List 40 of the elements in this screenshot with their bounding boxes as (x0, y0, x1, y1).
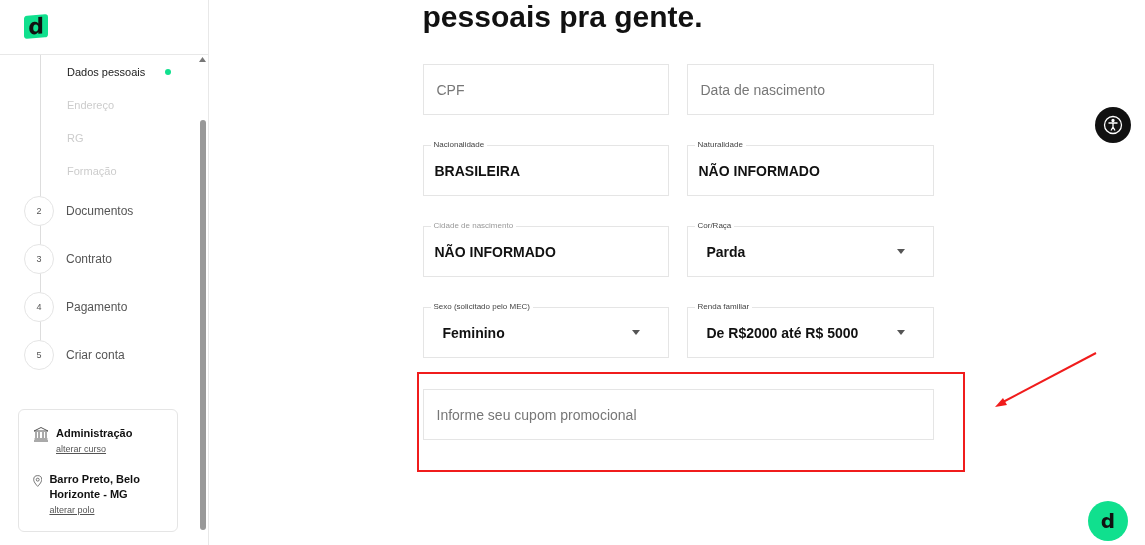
field-label: Nacionalidade (430, 140, 488, 149)
logo[interactable]: d (24, 14, 48, 39)
step-number: 3 (24, 244, 54, 274)
field-label: Renda familiar (694, 302, 753, 311)
step-number: 5 (24, 340, 54, 370)
chat-button[interactable]: d (1088, 501, 1128, 541)
summary-title: Barro Preto, Belo Horizonte - MG (49, 472, 141, 502)
bank-icon (33, 426, 49, 442)
step-label[interactable]: Contrato (66, 252, 113, 266)
scroll-up-icon[interactable] (199, 57, 206, 62)
step-label[interactable]: Criar conta (66, 348, 125, 362)
substep-item[interactable]: Dados pessoais (24, 55, 208, 88)
caret-icon (631, 330, 640, 335)
step-number: 4 (24, 292, 54, 322)
step-label[interactable]: Documentos (66, 204, 134, 218)
input-field[interactable]: CPF (422, 64, 669, 115)
change-link[interactable]: alterar curso (56, 444, 133, 454)
field-label: Naturalidade (694, 140, 746, 149)
caret-icon (896, 330, 905, 335)
field-value: NÃO INFORMADO (698, 162, 820, 179)
summary-title: Administração (56, 426, 133, 441)
field-value: Parda (705, 243, 746, 260)
change-link[interactable]: alterar polo (49, 505, 165, 515)
coupon-field[interactable]: Informe seu cupom promocional (422, 389, 934, 440)
field-value: De R$2000 até R$ 5000 (705, 324, 859, 341)
caret-icon (896, 249, 905, 254)
field-value: NÃO INFORMADO (434, 243, 556, 260)
accessibility-icon (1103, 115, 1123, 135)
field-label: Cidade de nascimento (430, 221, 517, 230)
accessibility-button[interactable] (1095, 107, 1131, 143)
location-pin-icon (33, 472, 43, 490)
step-number: 2 (24, 196, 54, 226)
current-dot (165, 68, 172, 75)
input-field[interactable]: Data de nascimento (686, 64, 934, 115)
step-label[interactable]: Pagamento (66, 300, 128, 314)
field-value: Feminino (441, 324, 505, 341)
field-label: Sexo (solicitado pelo MEC) (430, 302, 533, 311)
page-heading: pessoais pra gente. (422, 0, 704, 34)
field-value: BRASILEIRA (434, 162, 521, 179)
field-label: Cor/Raça (694, 221, 735, 230)
